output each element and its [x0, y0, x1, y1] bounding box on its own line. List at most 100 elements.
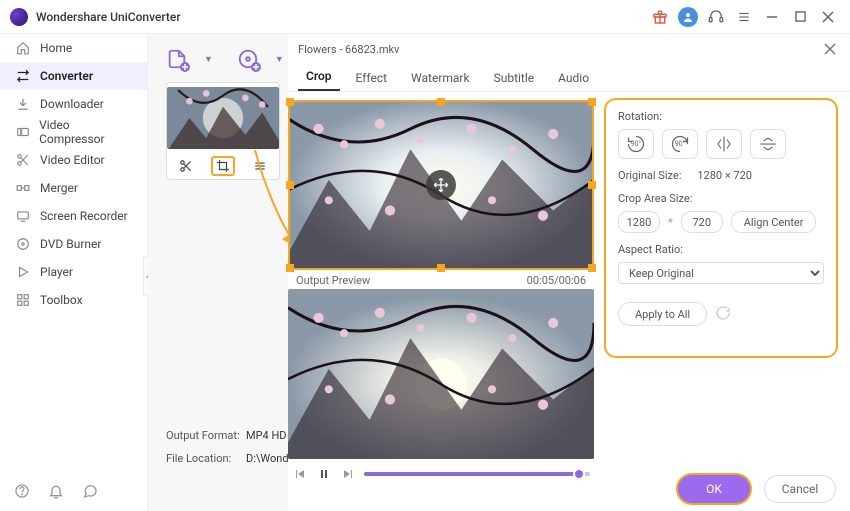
file-thumbnail [167, 87, 279, 149]
editor-dialog: Flowers - 66823.mkv Crop Effect Watermar… [288, 34, 850, 511]
aspect-ratio-select[interactable]: Keep Original [618, 262, 824, 284]
menu-icon[interactable] [732, 5, 756, 29]
crop-area-label: Crop Area Size: [618, 192, 824, 205]
app-logo [10, 8, 28, 26]
sidebar-item-editor[interactable]: Video Editor [0, 146, 147, 174]
flip-horizontal-button[interactable] [706, 129, 742, 159]
window-minimize[interactable] [760, 5, 784, 29]
ok-button[interactable]: OK [678, 475, 750, 503]
add-file-icon[interactable] [166, 48, 188, 70]
output-preview [288, 289, 594, 459]
apply-to-all-button[interactable]: Apply to All [618, 302, 707, 326]
chevron-down-icon[interactable]: ▼ [204, 54, 213, 65]
tab-watermark[interactable]: Watermark [403, 71, 478, 91]
close-icon[interactable] [820, 39, 840, 59]
editor-header: Flowers - 66823.mkv [288, 34, 850, 64]
timeline[interactable] [364, 472, 590, 476]
app-title: Wondershare UniConverter [36, 10, 181, 24]
crop-preview[interactable] [288, 100, 594, 270]
rotation-label: Rotation: [618, 110, 824, 123]
sidebar-item-label: Screen Recorder [40, 209, 128, 223]
sidebar-item-label: Player [40, 265, 73, 279]
dialog-footer: OK Cancel [678, 475, 836, 503]
crop-width-input[interactable] [618, 211, 660, 233]
scissors-icon [14, 153, 32, 167]
editor-tabs: Crop Effect Watermark Subtitle Audio [288, 64, 850, 92]
bell-icon[interactable] [48, 483, 66, 501]
player-controls [288, 459, 594, 489]
more-icon[interactable] [248, 156, 272, 176]
move-icon[interactable] [426, 170, 456, 200]
window-maximize[interactable] [788, 5, 812, 29]
sidebar-item-label: Video Compressor [39, 118, 133, 146]
crop-icon[interactable] [211, 156, 235, 176]
chevron-down-icon[interactable]: ▼ [275, 54, 284, 65]
tab-effect[interactable]: Effect [348, 71, 396, 91]
crop-height-input[interactable] [681, 211, 723, 233]
sidebar-item-label: Merger [40, 181, 78, 195]
sidebar-item-label: Video Editor [40, 153, 105, 167]
original-size-value: 1280 × 720 [697, 169, 752, 182]
reset-icon[interactable] [715, 305, 733, 323]
sidebar-item-home[interactable]: Home [0, 34, 147, 62]
rotate-right-button[interactable]: 90° [662, 129, 698, 159]
tab-crop[interactable]: Crop [298, 69, 340, 91]
help-icon[interactable] [14, 483, 32, 501]
sidebar-item-player[interactable]: Player [0, 258, 147, 286]
sidebar-item-label: Converter [40, 69, 93, 83]
aspect-ratio-label: Aspect Ratio: [618, 243, 824, 256]
converter-icon [14, 69, 32, 83]
disc-icon [14, 237, 32, 251]
compress-icon [14, 125, 31, 139]
gift-icon[interactable] [648, 5, 672, 29]
output-format-label: Output Format: [166, 429, 246, 442]
sidebar-item-merger[interactable]: Merger [0, 174, 147, 202]
crop-settings-panel: Rotation: 90° 90° Original Size: 1280 × … [604, 98, 838, 358]
cancel-button[interactable]: Cancel [764, 475, 836, 503]
editor-body: Output Preview 00:05/00:06 [288, 92, 850, 471]
pause-icon[interactable] [316, 468, 332, 480]
original-size-label: Original Size: [618, 169, 681, 182]
merge-icon [14, 181, 32, 195]
sidebar-item-label: Home [40, 41, 72, 55]
sidebar-item-toolbox[interactable]: Toolbox [0, 286, 147, 314]
file-tools [167, 153, 279, 179]
sidebar-item-converter[interactable]: Converter [0, 62, 147, 90]
align-center-button[interactable]: Align Center [731, 211, 817, 233]
sidebar-item-compressor[interactable]: Video Compressor [0, 118, 147, 146]
sidebar-item-label: DVD Burner [40, 237, 101, 251]
account-icon[interactable] [676, 5, 700, 29]
add-folder-icon[interactable] [237, 48, 259, 70]
sidebar: Home Converter Downloader Video Compress… [0, 34, 148, 511]
download-icon [14, 97, 32, 111]
play-icon [14, 265, 32, 279]
feedback-icon[interactable] [82, 483, 100, 501]
rotate-left-button[interactable]: 90° [618, 129, 654, 159]
sidebar-item-downloader[interactable]: Downloader [0, 90, 147, 118]
toolbar: ▼ ▼ [166, 44, 286, 74]
editor-title: Flowers - 66823.mkv [298, 43, 820, 56]
next-frame-icon[interactable] [340, 468, 356, 480]
sidebar-item-recorder[interactable]: Screen Recorder [0, 202, 147, 230]
output-fields: Output Format: MP4 HD 720P File Location… [166, 419, 301, 465]
files-column: ▼ ▼ [166, 44, 286, 180]
prev-frame-icon[interactable] [292, 468, 308, 480]
grid-icon [14, 293, 32, 307]
tab-subtitle[interactable]: Subtitle [486, 71, 543, 91]
support-icon[interactable] [704, 5, 728, 29]
time-indicator: 00:05/00:06 [527, 274, 586, 287]
flip-vertical-button[interactable] [750, 129, 786, 159]
output-preview-label: Output Preview [296, 274, 370, 287]
preview-column: Output Preview 00:05/00:06 [288, 92, 594, 471]
trim-icon[interactable] [174, 156, 198, 176]
titlebar: Wondershare UniConverter [0, 0, 850, 34]
home-icon [14, 41, 32, 55]
tab-audio[interactable]: Audio [550, 71, 597, 91]
recorder-icon [14, 209, 32, 223]
sidebar-item-dvd[interactable]: DVD Burner [0, 230, 147, 258]
sidebar-item-label: Downloader [40, 97, 104, 111]
sidebar-bottom [0, 483, 147, 501]
window-close[interactable] [816, 5, 840, 29]
file-location-label: File Location: [166, 452, 246, 465]
file-card[interactable] [166, 82, 280, 180]
